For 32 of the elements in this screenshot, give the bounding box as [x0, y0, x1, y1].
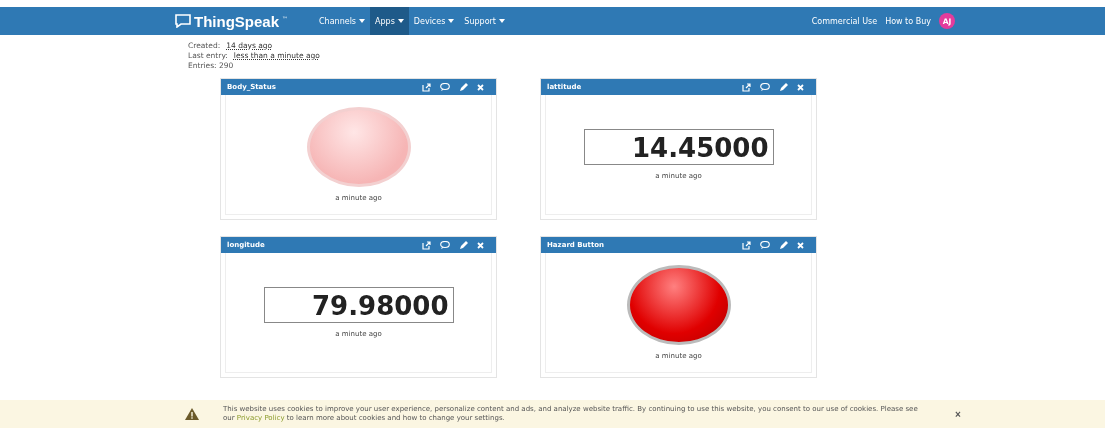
nav-menu-item[interactable]: Apps: [370, 7, 409, 35]
nav-link[interactable]: How to Buy: [885, 16, 931, 26]
brand-logo[interactable]: ThingSpeak: [194, 12, 279, 30]
pencil-icon[interactable]: [779, 82, 788, 92]
pencil-icon[interactable]: [779, 240, 788, 250]
caret-icon: [397, 19, 404, 23]
nav-menu-item[interactable]: Channels: [314, 7, 371, 35]
numeric-display: 14.45000: [583, 129, 774, 165]
caret-icon: [359, 19, 366, 23]
pencil-icon[interactable]: [459, 240, 468, 250]
nav-menu-item[interactable]: Devices: [408, 7, 460, 35]
external-link-icon[interactable]: [742, 240, 751, 250]
comment-icon[interactable]: [440, 241, 450, 249]
pencil-icon[interactable]: [459, 82, 468, 92]
chat-bubble-icon: [175, 14, 191, 28]
close-icon[interactable]: [477, 83, 484, 91]
close-icon[interactable]: [797, 83, 804, 91]
caret-icon: [499, 19, 505, 23]
close-icon[interactable]: [797, 241, 804, 249]
comment-icon[interactable]: [760, 241, 770, 249]
numeric-display: 79.98000: [263, 287, 454, 323]
external-link-icon[interactable]: [422, 240, 431, 250]
comment-icon[interactable]: [440, 83, 450, 91]
comment-icon[interactable]: [760, 83, 770, 91]
external-link-icon[interactable]: [422, 82, 431, 92]
external-link-icon[interactable]: [742, 82, 751, 92]
warning-icon: [185, 408, 199, 420]
nav-menu-item[interactable]: Support: [459, 7, 510, 35]
nav-link[interactable]: Commercial Use: [811, 16, 878, 26]
caret-icon: [448, 19, 455, 23]
close-icon[interactable]: [477, 241, 484, 249]
close-button[interactable]: ×: [955, 408, 961, 420]
